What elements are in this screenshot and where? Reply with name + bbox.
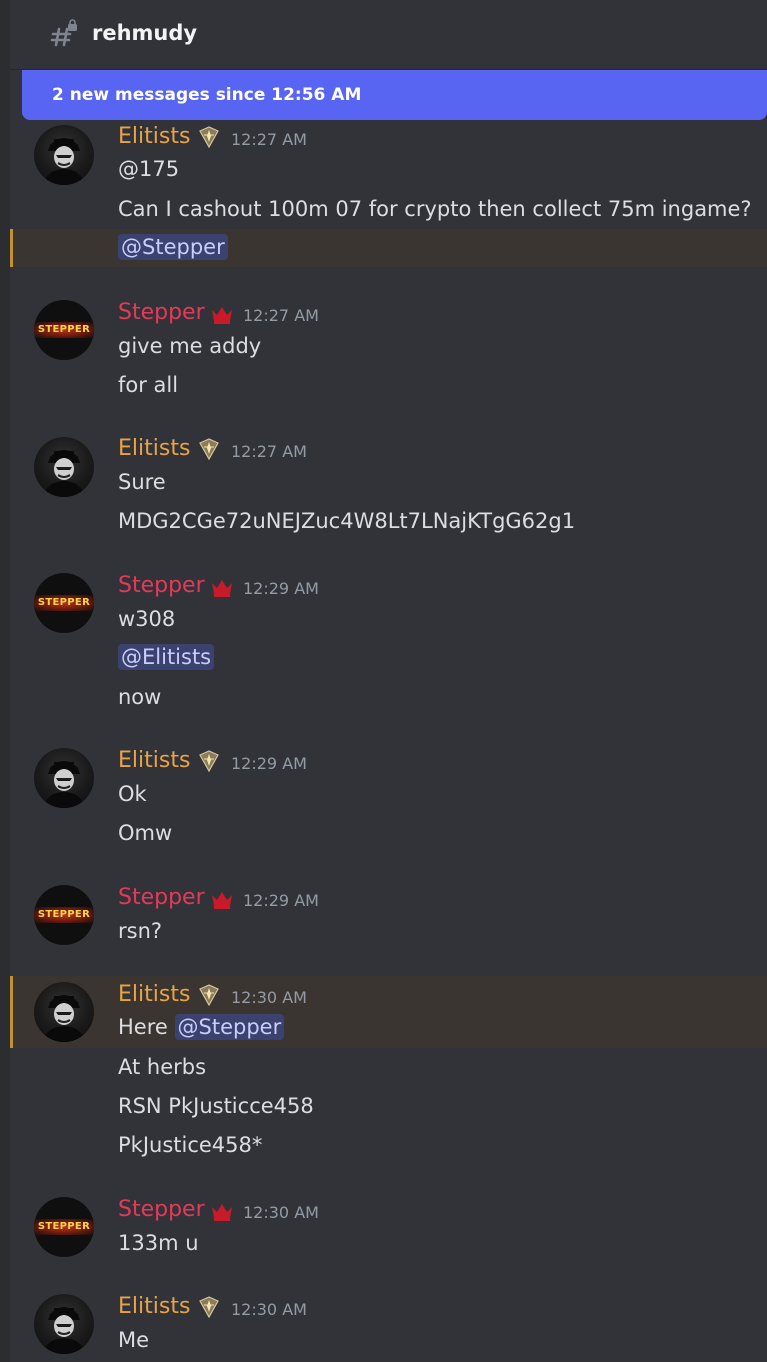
message-text: Here @Stepper [118, 1014, 285, 1040]
message-text: @Stepper [118, 234, 228, 260]
avatar[interactable] [34, 1294, 94, 1354]
timestamp: 12:27 AM [243, 306, 319, 325]
avatar-logo-text: STEPPER [37, 1221, 91, 1232]
message-text: rsn? [118, 919, 163, 943]
message-text: Ok [118, 782, 147, 806]
crown-icon [212, 580, 232, 597]
timestamp: 12:29 AM [231, 754, 307, 773]
diamond-badge-icon [199, 126, 219, 149]
author-name[interactable]: Elitists [118, 124, 190, 149]
new-messages-text: 2 new messages since 12:56 AM [52, 85, 362, 105]
avatar[interactable] [34, 748, 94, 808]
message-text: MDG2CGe72uNEJZuc4W8Lt7LNajKTgG62g1 [118, 509, 576, 533]
avatar[interactable]: STEPPER [34, 885, 94, 945]
diamond-badge-icon [199, 984, 219, 1007]
message-text-part: Here [118, 1015, 168, 1039]
diamond-badge-icon [199, 750, 219, 773]
timestamp: 12:29 AM [243, 579, 319, 598]
timestamp: 12:29 AM [243, 891, 319, 910]
message-text: w308 [118, 607, 176, 631]
author-name[interactable]: Stepper [118, 1197, 205, 1222]
author-name[interactable]: Elitists [118, 748, 190, 773]
author-name[interactable]: Stepper [118, 573, 205, 598]
user-mention[interactable]: @Stepper [118, 234, 228, 260]
avatar[interactable]: STEPPER [34, 300, 94, 360]
message-text: for all [118, 373, 179, 397]
avatar-logo-text: STEPPER [37, 597, 91, 608]
message-text: now [118, 685, 162, 709]
hooded-figure-icon [42, 1307, 86, 1354]
hooded-figure-icon [42, 995, 86, 1042]
avatar[interactable] [34, 437, 94, 497]
avatar[interactable]: STEPPER [34, 573, 94, 633]
new-messages-banner[interactable]: 2 new messages since 12:56 AM [22, 70, 767, 120]
diamond-badge-icon [199, 1296, 219, 1319]
author-name[interactable]: Elitists [118, 1294, 190, 1319]
timestamp: 12:27 AM [231, 130, 307, 149]
avatar-logo-text: STEPPER [37, 324, 91, 335]
avatar-logo-text: STEPPER [37, 909, 91, 920]
author-name[interactable]: Elitists [118, 982, 190, 1007]
left-edge [0, 0, 10, 1362]
hooded-figure-icon [42, 138, 86, 185]
diamond-badge-icon [199, 438, 219, 461]
message-text: @175 [118, 157, 180, 181]
message-text: @Elitists [118, 644, 215, 670]
crown-icon [212, 1204, 232, 1221]
hashtag-lock-icon [50, 19, 77, 47]
avatar[interactable] [34, 982, 94, 1042]
timestamp: 12:30 AM [243, 1203, 319, 1222]
user-mention[interactable]: @Elitists [118, 644, 215, 670]
message-text: Me [118, 1328, 150, 1352]
message-text: 133m u [118, 1231, 199, 1255]
hooded-figure-icon [42, 761, 86, 808]
message-text: PkJustice458* [118, 1133, 263, 1157]
crown-icon [212, 307, 232, 324]
message-text: RSN PkJusticce458 [118, 1094, 314, 1118]
author-name[interactable]: Elitists [118, 436, 190, 461]
avatar[interactable] [34, 125, 94, 185]
timestamp: 12:30 AM [231, 1300, 307, 1319]
avatar[interactable]: STEPPER [34, 1197, 94, 1257]
author-name[interactable]: Stepper [118, 300, 205, 325]
message-text: Omw [118, 821, 173, 845]
timestamp: 12:27 AM [231, 442, 307, 461]
message-text: give me addy [118, 334, 262, 358]
timestamp: 12:30 AM [231, 988, 307, 1007]
crown-icon [212, 892, 232, 909]
channel-title: rehmudy [92, 21, 198, 45]
user-mention[interactable]: @Stepper [174, 1014, 285, 1040]
message-text: Can I cashout 100m 07 for crypto then co… [118, 197, 752, 221]
author-name[interactable]: Stepper [118, 885, 205, 910]
hooded-figure-icon [42, 450, 86, 497]
channel-header: rehmudy [10, 0, 767, 70]
message-text: At herbs [118, 1055, 207, 1079]
message-text: Sure [118, 470, 166, 494]
